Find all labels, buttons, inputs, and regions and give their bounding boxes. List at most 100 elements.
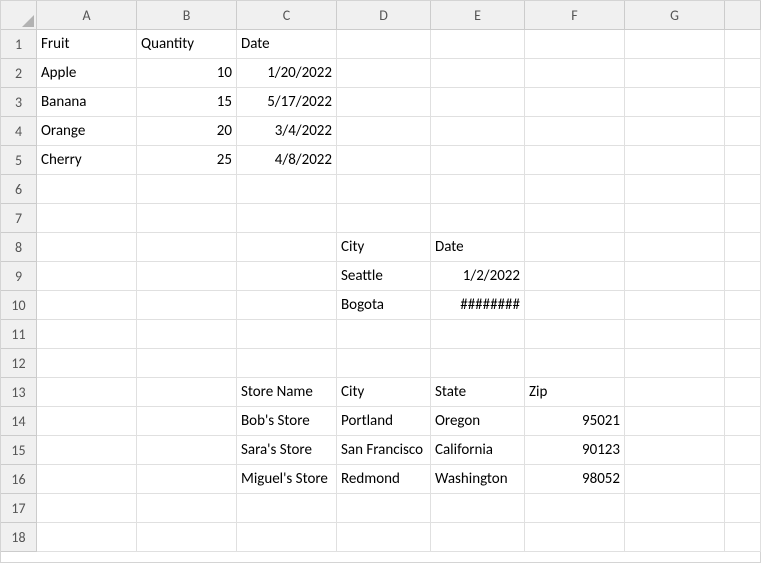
cell-c1[interactable]: Date	[237, 30, 337, 59]
cell-d11[interactable]	[337, 320, 431, 349]
cell-d9[interactable]: Seattle	[337, 262, 431, 291]
col-header-a[interactable]: A	[37, 1, 137, 30]
cell-d10[interactable]: Bogota	[337, 291, 431, 320]
cell-g11[interactable]	[625, 320, 725, 349]
cell-e11[interactable]	[431, 320, 525, 349]
cell-g18[interactable]	[625, 523, 725, 552]
cell-g6[interactable]	[625, 175, 725, 204]
cell-g13[interactable]	[625, 378, 725, 407]
cell-e2[interactable]	[431, 59, 525, 88]
cell-e4[interactable]	[431, 117, 525, 146]
cell-b3[interactable]: 15	[137, 88, 237, 117]
cell-f8[interactable]	[525, 233, 625, 262]
row-header-17[interactable]: 17	[1, 494, 37, 523]
cell-g8[interactable]	[625, 233, 725, 262]
row-header-3[interactable]: 3	[1, 88, 37, 117]
cell-b10[interactable]	[137, 291, 237, 320]
cell-e1[interactable]	[431, 30, 525, 59]
cell-e14[interactable]: Oregon	[431, 407, 525, 436]
cell-b17[interactable]	[137, 494, 237, 523]
row-header-7[interactable]: 7	[1, 204, 37, 233]
cell-c12[interactable]	[237, 349, 337, 378]
cell-a16[interactable]	[37, 465, 137, 494]
cell-c8[interactable]	[237, 233, 337, 262]
cell-f10[interactable]	[525, 291, 625, 320]
cell-e13[interactable]: State	[431, 378, 525, 407]
cell-b13[interactable]	[137, 378, 237, 407]
cell-b9[interactable]	[137, 262, 237, 291]
cell-f12[interactable]	[525, 349, 625, 378]
cell-a14[interactable]	[37, 407, 137, 436]
cell-b11[interactable]	[137, 320, 237, 349]
cell-d16[interactable]: Redmond	[337, 465, 431, 494]
cell-g5[interactable]	[625, 146, 725, 175]
row-header-16[interactable]: 16	[1, 465, 37, 494]
cell-a9[interactable]	[37, 262, 137, 291]
cell-c5[interactable]: 4/8/2022	[237, 146, 337, 175]
cell-d12[interactable]	[337, 349, 431, 378]
cell-e7[interactable]	[431, 204, 525, 233]
cell-a1[interactable]: Fruit	[37, 30, 137, 59]
cell-d3[interactable]	[337, 88, 431, 117]
cell-c7[interactable]	[237, 204, 337, 233]
row-header-18[interactable]: 18	[1, 523, 37, 552]
col-header-d[interactable]: D	[337, 1, 431, 30]
cell-f2[interactable]	[525, 59, 625, 88]
cell-a4[interactable]: Orange	[37, 117, 137, 146]
row-header-4[interactable]: 4	[1, 117, 37, 146]
cell-b4[interactable]: 20	[137, 117, 237, 146]
cell-c9[interactable]	[237, 262, 337, 291]
cell-c6[interactable]	[237, 175, 337, 204]
row-header-9[interactable]: 9	[1, 262, 37, 291]
row-header-6[interactable]: 6	[1, 175, 37, 204]
row-header-12[interactable]: 12	[1, 349, 37, 378]
cell-e16[interactable]: Washington	[431, 465, 525, 494]
cell-e9[interactable]: 1/2/2022	[431, 262, 525, 291]
col-header-e[interactable]: E	[431, 1, 525, 30]
cell-b14[interactable]	[137, 407, 237, 436]
cell-a15[interactable]	[37, 436, 137, 465]
cell-d2[interactable]	[337, 59, 431, 88]
cell-f4[interactable]	[525, 117, 625, 146]
cell-e12[interactable]	[431, 349, 525, 378]
col-header-f[interactable]: F	[525, 1, 625, 30]
col-header-b[interactable]: B	[137, 1, 237, 30]
cell-b2[interactable]: 10	[137, 59, 237, 88]
cell-a7[interactable]	[37, 204, 137, 233]
row-header-1[interactable]: 1	[1, 30, 37, 59]
cell-c18[interactable]	[237, 523, 337, 552]
cell-f17[interactable]	[525, 494, 625, 523]
cell-g16[interactable]	[625, 465, 725, 494]
row-header-10[interactable]: 10	[1, 291, 37, 320]
row-header-14[interactable]: 14	[1, 407, 37, 436]
cell-a12[interactable]	[37, 349, 137, 378]
row-header-13[interactable]: 13	[1, 378, 37, 407]
cell-f6[interactable]	[525, 175, 625, 204]
cell-b16[interactable]	[137, 465, 237, 494]
cell-f7[interactable]	[525, 204, 625, 233]
cell-f15[interactable]: 90123	[525, 436, 625, 465]
cell-e3[interactable]	[431, 88, 525, 117]
cell-a6[interactable]	[37, 175, 137, 204]
cell-g7[interactable]	[625, 204, 725, 233]
cell-g10[interactable]	[625, 291, 725, 320]
cell-c16[interactable]: Miguel's Store	[237, 465, 337, 494]
cell-d6[interactable]	[337, 175, 431, 204]
cell-c13[interactable]: Store Name	[237, 378, 337, 407]
cell-d7[interactable]	[337, 204, 431, 233]
cell-b12[interactable]	[137, 349, 237, 378]
cell-c15[interactable]: Sara's Store	[237, 436, 337, 465]
cell-g4[interactable]	[625, 117, 725, 146]
cell-f13[interactable]: Zip	[525, 378, 625, 407]
col-header-c[interactable]: C	[237, 1, 337, 30]
spreadsheet-grid[interactable]: ABCDEFG1FruitQuantityDate2Apple101/20/20…	[1, 1, 760, 552]
cell-b1[interactable]: Quantity	[137, 30, 237, 59]
cell-b7[interactable]	[137, 204, 237, 233]
col-header-g[interactable]: G	[625, 1, 725, 30]
cell-d4[interactable]	[337, 117, 431, 146]
row-header-15[interactable]: 15	[1, 436, 37, 465]
cell-g1[interactable]	[625, 30, 725, 59]
cell-d13[interactable]: City	[337, 378, 431, 407]
cell-d14[interactable]: Portland	[337, 407, 431, 436]
cell-c17[interactable]	[237, 494, 337, 523]
